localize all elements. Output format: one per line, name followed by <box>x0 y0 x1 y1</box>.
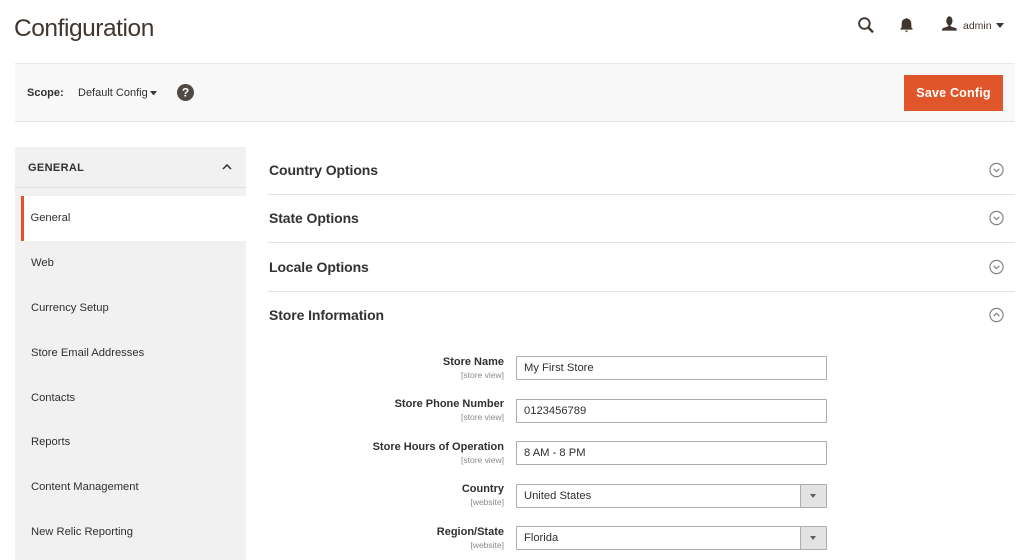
svg-text:?: ? <box>182 86 189 100</box>
